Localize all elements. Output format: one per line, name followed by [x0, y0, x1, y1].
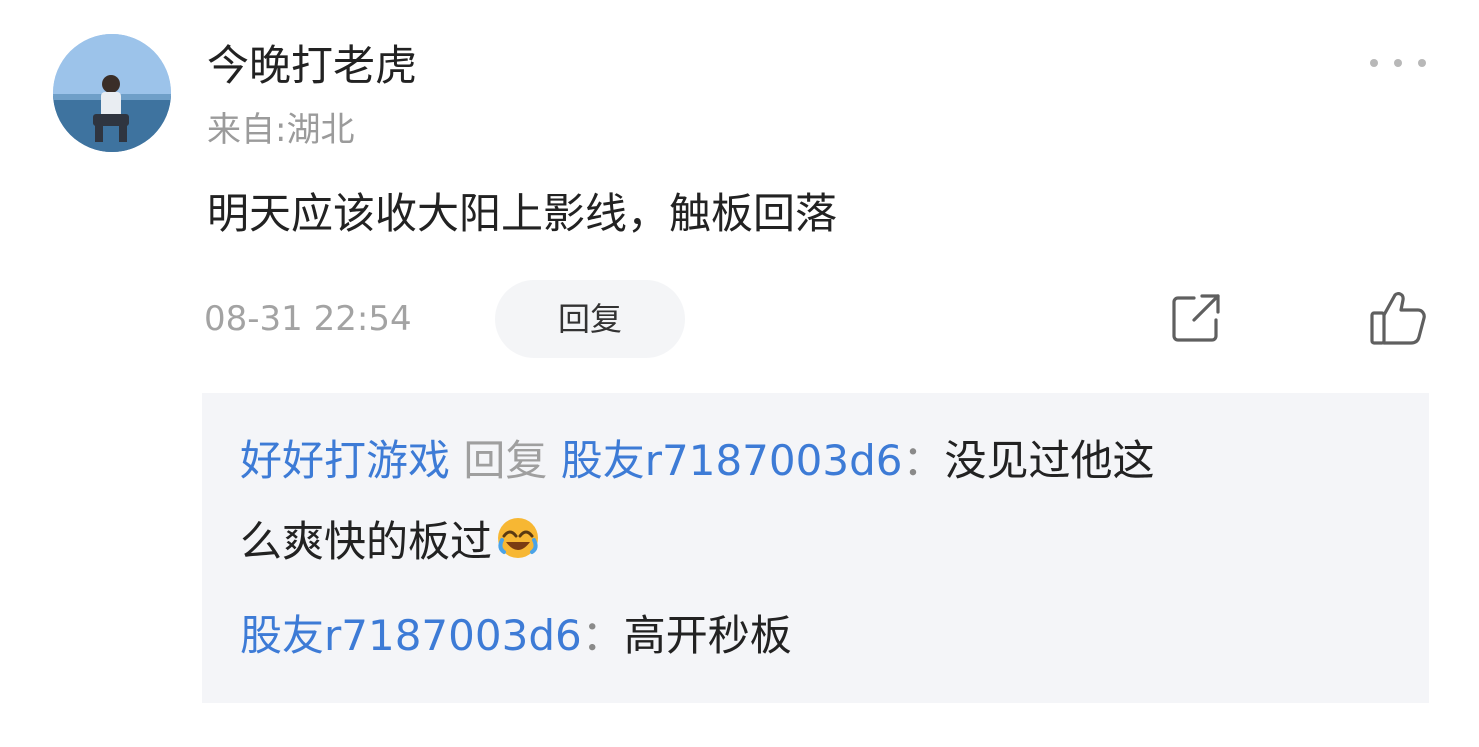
comment-text: 明天应该收大阳上影线，触板回落	[207, 189, 838, 238]
reply-text-continued: 么爽快的板过	[240, 517, 493, 566]
more-dot	[1394, 59, 1402, 67]
reply-line: 股友r7187003d6：高开秒板	[240, 607, 792, 665]
more-dot	[1418, 59, 1426, 67]
reply-colon: ：	[902, 436, 945, 485]
timestamp: 08-31 22:54	[204, 299, 412, 339]
reply-colon: ：	[581, 611, 624, 660]
reply-text: 没见过他这	[944, 436, 1155, 485]
username[interactable]: 今晚打老虎	[207, 38, 417, 94]
reply-button[interactable]: 回复	[495, 280, 685, 358]
avatar-photo	[53, 34, 171, 152]
reply-line: 好好打游戏 回复 股友r7187003d6：没见过他这	[240, 432, 1154, 490]
reply-author-link[interactable]: 好好打游戏	[240, 436, 450, 485]
reply-word: 回复	[463, 436, 548, 485]
reply-author-link[interactable]: 股友r7187003d6	[240, 611, 582, 660]
reply-line-continued: 么爽快的板过	[240, 513, 542, 571]
reply-text: 高开秒板	[623, 611, 792, 660]
share-icon[interactable]	[1168, 290, 1224, 346]
more-icon[interactable]	[1370, 52, 1426, 74]
thumbs-up-icon[interactable]	[1368, 289, 1428, 347]
avatar[interactable]	[53, 34, 171, 152]
more-dot	[1370, 59, 1378, 67]
laugh-cry-emoji	[494, 514, 542, 562]
reply-target-link[interactable]: 股友r7187003d6	[561, 436, 903, 485]
location-label: 来自:湖北	[207, 110, 355, 150]
